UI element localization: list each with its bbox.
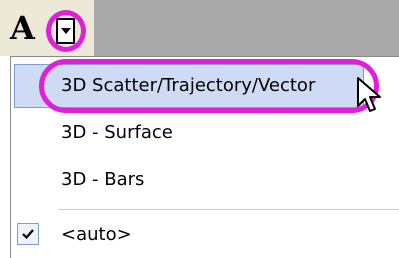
menu-item-label: 3D - Bars [61,169,145,190]
checkmark-box [17,223,39,245]
toolbar-button-group: A [0,0,94,56]
dropdown-button[interactable] [56,18,75,44]
chevron-down-icon [61,28,71,34]
checkmark-icon [22,229,34,240]
menu-item-label: 3D Scatter/Trajectory/Vector [61,75,316,96]
menu-item-3d-surface[interactable]: 3D - Surface [11,111,399,155]
menu-item-3d-scatter[interactable]: 3D Scatter/Trajectory/Vector [11,64,399,108]
menu-item-label: <auto> [61,224,132,245]
menu-separator [59,209,399,210]
dropdown-menu: 3D Scatter/Trajectory/Vector 3D - Surfac… [10,56,399,258]
menu-item-auto[interactable]: <auto> [11,213,399,257]
menu-item-label: 3D - Surface [61,122,173,143]
menu-item-3d-bars[interactable]: 3D - Bars [11,158,399,202]
font-button[interactable]: A [10,10,35,46]
toolbar: A [0,0,399,56]
